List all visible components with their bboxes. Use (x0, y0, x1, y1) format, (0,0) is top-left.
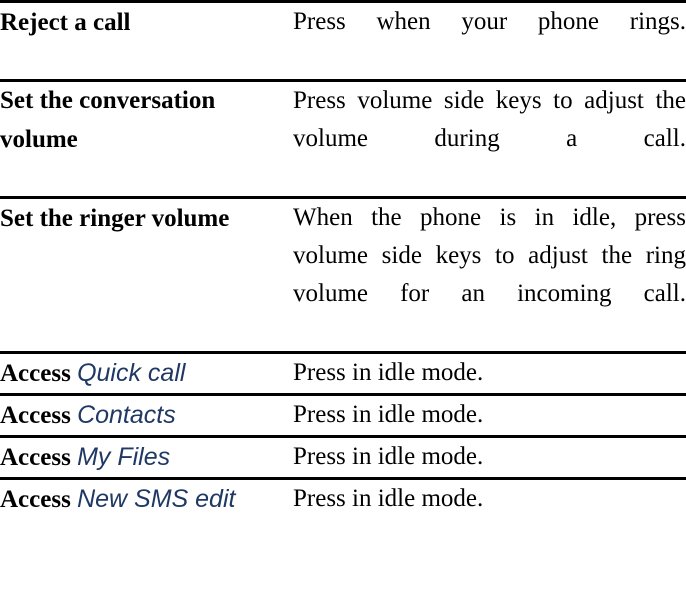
table-cell-description: When the phone is in idle, press volume … (293, 198, 686, 353)
action-label: Reject a call (0, 3, 293, 42)
action-label: Set the conversation volume (0, 82, 293, 159)
table-cell-action: Access Contacts (0, 395, 293, 437)
action-label: Access Contacts (0, 396, 293, 435)
description-text: Press in idle mode. (293, 359, 484, 386)
table-cell-action: Access My Files (0, 437, 293, 479)
action-label: Access Quick call (0, 354, 293, 393)
description-text: When the phone is in idle, press volume … (293, 204, 686, 307)
table-cell-description: Press in idle mode. (293, 437, 686, 479)
description-text: Press volume side keys to adjust the vol… (293, 87, 686, 152)
feature-table-body: Reject a call Press when your phone ring… (0, 1, 686, 520)
table-row: Reject a call Press when your phone ring… (0, 1, 686, 81)
action-prefix: Set the ringer volume (0, 205, 230, 232)
table-cell-description: Press volume side keys to adjust the vol… (293, 81, 686, 198)
action-term: New SMS edit (77, 485, 236, 513)
feature-table: Reject a call Press when your phone ring… (0, 0, 686, 519)
action-prefix: Set the conversation volume (0, 87, 216, 153)
action-term: My Files (77, 443, 171, 471)
table-cell-action: Access Quick call (0, 353, 293, 395)
table-row: Set the ringer volume When the phone is … (0, 197, 686, 353)
table-cell-description: Press in idle mode. (293, 395, 686, 437)
action-prefix: Access (0, 444, 78, 471)
table-row: Set the conversation volume Press volume… (0, 80, 686, 198)
table-cell-action: Reject a call (0, 2, 293, 81)
table-row: Access Quick call Press in idle mode. (0, 352, 686, 395)
action-prefix: Access (0, 402, 78, 429)
table-cell-description: Press in idle mode. (293, 479, 686, 520)
action-term: Quick call (77, 359, 186, 387)
table-cell-description: Press when your phone rings. (293, 2, 686, 81)
table-cell-action: Set the ringer volume (0, 198, 293, 353)
action-prefix: Access (0, 360, 78, 387)
table-row: Access Contacts Press in idle mode. (0, 394, 686, 437)
table-cell-description: Press in idle mode. (293, 353, 686, 395)
table-cell-action: Access New SMS edit (0, 479, 293, 520)
description-text: Press in idle mode. (293, 443, 484, 470)
action-label: Access My Files (0, 438, 293, 477)
description-text: Press in idle mode. (293, 485, 484, 512)
description-text: Press when your phone rings. (293, 8, 686, 35)
action-prefix: Reject a call (0, 9, 131, 36)
table-row: Access My Files Press in idle mode. (0, 436, 686, 479)
action-label: Set the ringer volume (0, 199, 293, 238)
action-prefix: Access (0, 486, 78, 513)
action-term: Contacts (77, 401, 176, 429)
table-row: Access New SMS edit Press in idle mode. (0, 478, 686, 520)
action-label: Access New SMS edit (0, 480, 293, 519)
table-cell-action: Set the conversation volume (0, 81, 293, 198)
description-text: Press in idle mode. (293, 401, 484, 428)
